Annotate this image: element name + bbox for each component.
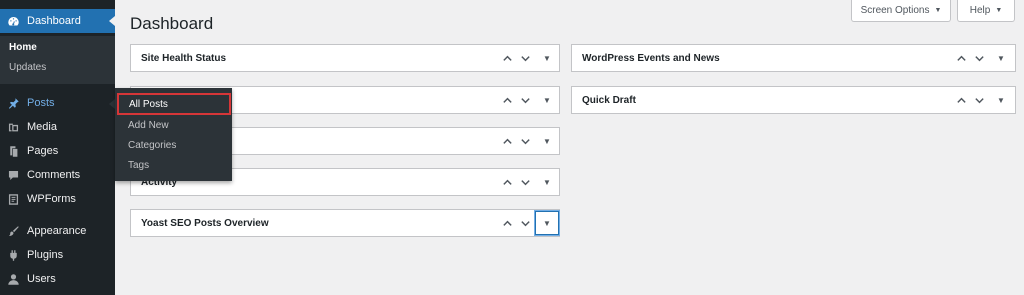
widget-site-health: Site Health Status ▼ <box>130 44 560 72</box>
widget-quick-draft: Quick Draft ▼ <box>571 86 1016 114</box>
widget-yoast-seo: Yoast SEO Posts Overview ▼ <box>130 209 560 237</box>
widget-title: Yoast SEO Posts Overview <box>141 218 269 229</box>
sidebar-item-label: Users <box>27 273 56 285</box>
sidebar-item-label: Media <box>27 121 57 133</box>
toggle-panel-icon[interactable]: ▼ <box>539 133 555 149</box>
toggle-panel-icon[interactable]: ▼ <box>535 211 559 235</box>
users-icon <box>7 273 20 286</box>
page-title: Dashboard <box>130 14 214 33</box>
posts-flyout-menu: All Posts Add New Categories Tags <box>115 88 232 181</box>
sidebar-item-label: Plugins <box>27 249 64 261</box>
submenu-item-home[interactable]: Home <box>9 42 37 53</box>
flyout-item-categories[interactable]: Categories <box>115 135 232 155</box>
move-down-icon[interactable] <box>517 215 533 231</box>
sidebar-item-label: WPForms <box>27 193 76 205</box>
flyout-item-all-posts[interactable]: All Posts <box>117 93 231 115</box>
widget-wordpress-events: WordPress Events and News ▼ <box>571 44 1016 72</box>
sidebar-item-label: Comments <box>27 169 81 181</box>
move-up-icon[interactable] <box>953 50 969 66</box>
media-icon <box>7 121 20 134</box>
sidebar-item-label: Pages <box>27 145 59 157</box>
sidebar-item-label: Dashboard <box>27 15 81 27</box>
toggle-panel-icon[interactable]: ▼ <box>539 174 555 190</box>
screen-options-button[interactable]: Screen Options ▼ <box>851 0 951 22</box>
help-button[interactable]: Help ▼ <box>957 0 1015 22</box>
pin-icon <box>7 97 20 110</box>
move-down-icon[interactable] <box>517 133 533 149</box>
sidebar-item-appearance[interactable]: Appearance <box>0 220 115 242</box>
caret-down-icon: ▼ <box>995 7 1003 14</box>
sidebar-item-comments[interactable]: Comments <box>0 164 115 186</box>
admin-sidebar: Dashboard Home Updates Posts Media Pages… <box>0 0 115 295</box>
toggle-panel-icon[interactable]: ▼ <box>539 50 555 66</box>
widget-title: WordPress Events and News <box>582 53 720 64</box>
move-up-icon[interactable] <box>953 92 969 108</box>
move-down-icon[interactable] <box>517 174 533 190</box>
widget-title: Quick Draft <box>582 95 636 106</box>
move-up-icon[interactable] <box>499 92 515 108</box>
sidebar-item-pages[interactable]: Pages <box>0 140 115 162</box>
sidebar-item-plugins[interactable]: Plugins <box>0 244 115 266</box>
sidebar-item-label: Appearance <box>27 225 87 237</box>
current-item-arrow <box>109 16 115 26</box>
flyout-item-tags[interactable]: Tags <box>115 155 232 175</box>
dashboard-submenu: Home Updates <box>0 36 115 84</box>
sidebar-item-dashboard[interactable]: Dashboard <box>0 9 115 33</box>
move-down-icon[interactable] <box>971 50 987 66</box>
sidebar-item-users[interactable]: Users <box>0 268 115 290</box>
comments-icon <box>7 169 20 182</box>
brush-icon <box>7 225 20 238</box>
sidebar-item-label: Posts <box>27 97 55 109</box>
wpforms-icon <box>7 193 20 206</box>
submenu-item-updates[interactable]: Updates <box>9 62 46 73</box>
flyout-item-add-new[interactable]: Add New <box>115 115 232 135</box>
move-down-icon[interactable] <box>971 92 987 108</box>
plugin-icon <box>7 249 20 262</box>
move-down-icon[interactable] <box>517 50 533 66</box>
dashboard-icon <box>7 15 20 28</box>
widget-title: Site Health Status <box>141 53 227 64</box>
help-label: Help <box>969 5 991 16</box>
move-down-icon[interactable] <box>517 92 533 108</box>
pages-icon <box>7 145 20 158</box>
toggle-panel-icon[interactable]: ▼ <box>993 50 1009 66</box>
caret-down-icon: ▼ <box>934 7 942 14</box>
move-up-icon[interactable] <box>499 174 515 190</box>
screen-options-label: Screen Options <box>860 5 930 16</box>
sidebar-item-media[interactable]: Media <box>0 116 115 138</box>
move-up-icon[interactable] <box>499 215 515 231</box>
sidebar-item-posts[interactable]: Posts <box>0 92 115 114</box>
move-up-icon[interactable] <box>499 50 515 66</box>
move-up-icon[interactable] <box>499 133 515 149</box>
sidebar-item-wpforms[interactable]: WPForms <box>0 188 115 210</box>
toggle-panel-icon[interactable]: ▼ <box>993 92 1009 108</box>
toggle-panel-icon[interactable]: ▼ <box>539 92 555 108</box>
